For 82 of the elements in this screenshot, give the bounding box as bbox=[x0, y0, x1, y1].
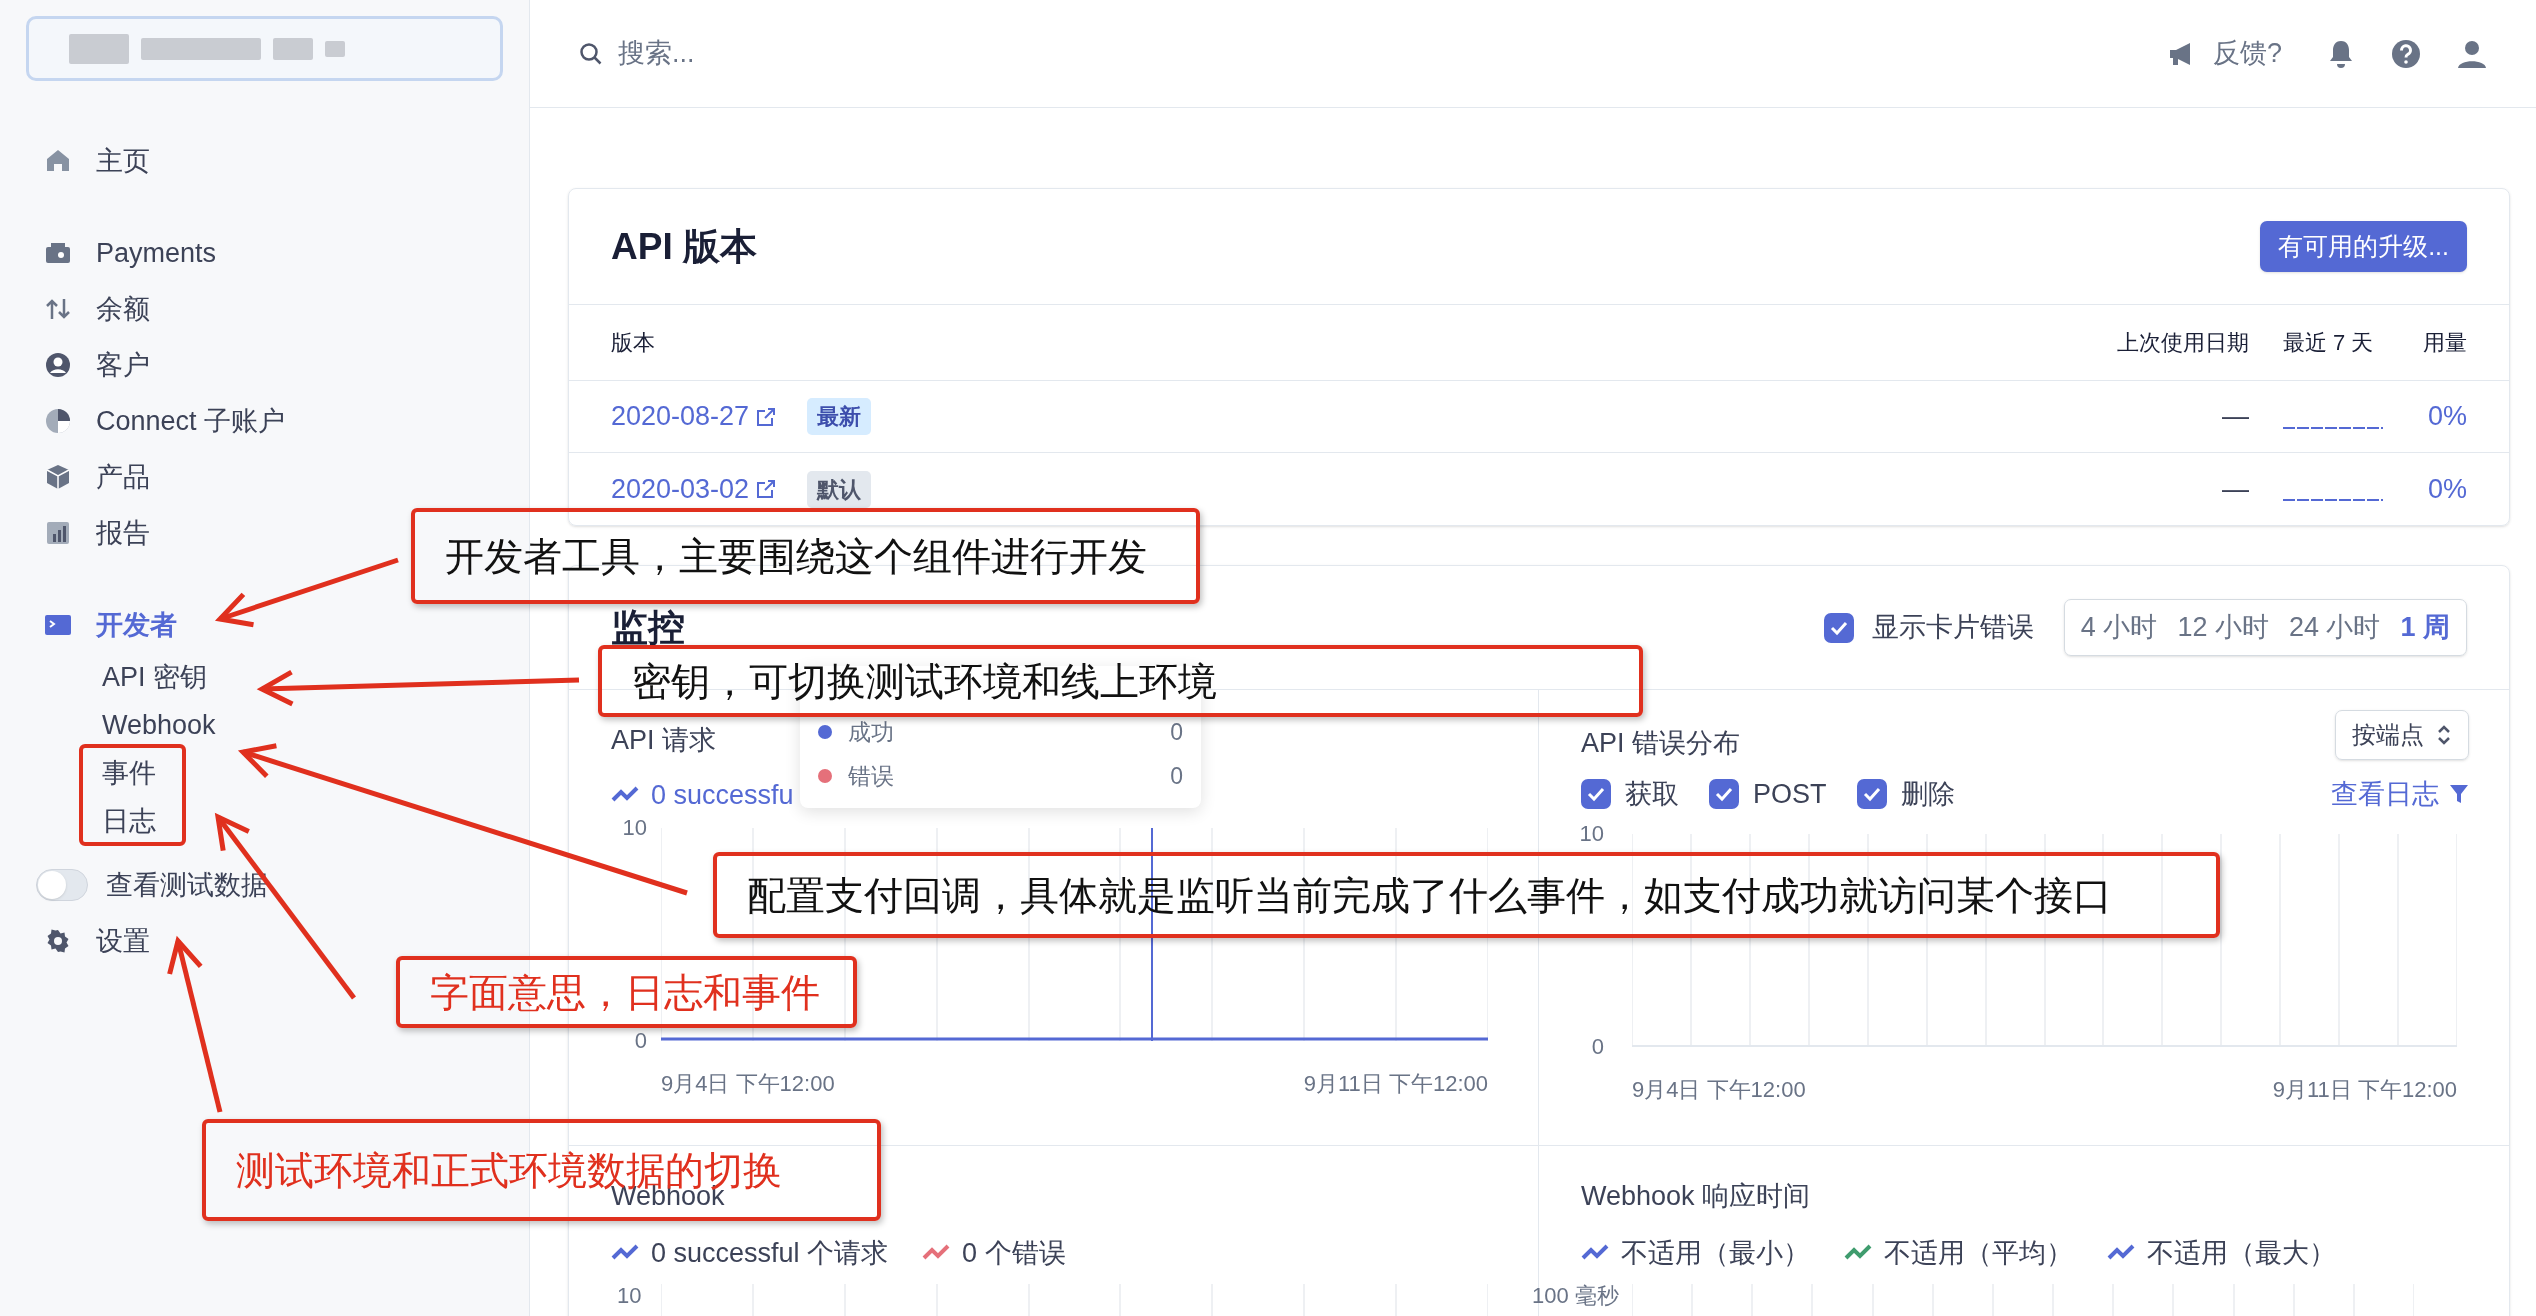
search-icon bbox=[578, 40, 604, 67]
annotation-text: 密钥，可切换测试环境和线上环境 bbox=[632, 661, 1217, 701]
help-icon[interactable] bbox=[2390, 37, 2422, 70]
axis-tick-label: 0 bbox=[1591, 1036, 1604, 1058]
tooltip-label: 错误 bbox=[848, 761, 895, 791]
feedback-button[interactable]: 反馈? bbox=[2166, 33, 2282, 74]
axis-tick-label: 10 bbox=[622, 817, 647, 839]
cube-icon bbox=[44, 463, 72, 491]
column-header: 版本 bbox=[611, 329, 656, 357]
legend-label: 不适用（最大） bbox=[2147, 1236, 2336, 1270]
card-title: 监控 bbox=[611, 605, 685, 650]
checkbox-label: 获取 bbox=[1625, 777, 1679, 811]
checkbox[interactable] bbox=[1823, 612, 1854, 643]
axis-tick-label: 10 bbox=[616, 1284, 643, 1310]
version-badge: 默认 bbox=[807, 470, 872, 508]
nav-subitem[interactable]: API 密钥 bbox=[102, 653, 208, 701]
nav-item[interactable]: 产品 bbox=[0, 449, 160, 505]
nav-item[interactable]: 开发者 bbox=[0, 597, 187, 653]
time-range-option[interactable]: 1 周 bbox=[2400, 607, 2450, 648]
tooltip-label: 成功 bbox=[848, 717, 895, 747]
external-link-icon bbox=[755, 405, 778, 428]
legend-label: 0 个错误 bbox=[962, 1236, 1066, 1270]
axis-tick-label: 0 bbox=[634, 1030, 647, 1052]
checkbox-label: POST bbox=[1753, 777, 1827, 811]
usage-percent: 0% bbox=[2426, 472, 2467, 506]
nav-subitem[interactable]: 日志 bbox=[102, 797, 156, 845]
column-header: 上次使用日期 bbox=[2117, 329, 2249, 357]
time-range-option[interactable]: 12 小时 bbox=[2177, 607, 2269, 648]
checkbox[interactable] bbox=[1581, 779, 1611, 809]
legend-label: 不适用（最小） bbox=[1621, 1236, 1810, 1270]
nav-subitem[interactable]: Webhook bbox=[102, 701, 216, 749]
upgrade-button[interactable]: 有可用的升级... bbox=[2260, 221, 2467, 272]
account-switcher[interactable] bbox=[26, 16, 503, 81]
nav-item[interactable]: Payments bbox=[0, 225, 227, 281]
group-by-dropdown[interactable]: 按端点 bbox=[2335, 710, 2469, 760]
nav-item[interactable]: 报告 bbox=[0, 505, 160, 561]
nav-item[interactable]: Connect 子账户 bbox=[0, 393, 296, 449]
pie-icon bbox=[44, 407, 72, 435]
panel-title: Webhook 响应时间 bbox=[1581, 1180, 1812, 1212]
user-circle-icon bbox=[44, 351, 72, 379]
toggle-switch[interactable] bbox=[36, 869, 88, 901]
axis-tick-label: 9月4日 下午12:00 bbox=[661, 1070, 835, 1098]
legend-label: 不适用（平均） bbox=[1884, 1236, 2073, 1270]
axis-tick-label: 9月11日 下午12:00 bbox=[1303, 1070, 1488, 1098]
tooltip-value: 0 bbox=[1170, 761, 1183, 791]
axis-tick-label: 9月11日 下午12:00 bbox=[2272, 1076, 2457, 1104]
panel-title: API 错误分布 bbox=[1581, 726, 1741, 760]
panel-title: API 请求 bbox=[611, 724, 717, 756]
axis-tick-label: 100 毫秒 bbox=[1532, 1284, 1620, 1310]
version-link[interactable]: 2020-08-27 bbox=[611, 396, 778, 437]
view-logs-link[interactable]: 查看日志 bbox=[2331, 773, 2469, 815]
nav-item[interactable]: 余额 bbox=[0, 281, 160, 337]
bar-chart-icon bbox=[44, 519, 72, 547]
nav-item[interactable]: 设置 bbox=[0, 913, 160, 969]
last-used-date: — bbox=[2222, 400, 2249, 434]
checkbox[interactable] bbox=[1856, 779, 1887, 809]
nav-item[interactable]: 客户 bbox=[0, 337, 160, 393]
card-title: API 版本 bbox=[611, 224, 757, 269]
version-badge: 最新 bbox=[807, 398, 872, 435]
legend-label: 0 successful 个请求 bbox=[651, 1236, 889, 1270]
annotation-text: 字面意思，日志和事件 bbox=[430, 972, 820, 1012]
last-used-date: — bbox=[2222, 472, 2249, 506]
checkbox-label: 显示卡片错误 bbox=[1871, 611, 2034, 645]
nav-subitem[interactable]: 事件 bbox=[102, 749, 156, 797]
time-range-option[interactable]: 4 小时 bbox=[2080, 607, 2158, 648]
column-header: 最近 7 天 bbox=[2283, 329, 2375, 357]
search-field[interactable]: 搜索... bbox=[618, 33, 1118, 74]
axis-tick-label: 10 bbox=[1579, 823, 1604, 845]
checkbox[interactable] bbox=[1709, 779, 1739, 809]
time-range-option[interactable]: 24 小时 bbox=[2288, 607, 2381, 648]
tooltip-value: 0 bbox=[1170, 717, 1183, 747]
nav-item[interactable]: 主页 bbox=[0, 133, 160, 189]
version-link[interactable]: 2020-03-02 bbox=[611, 468, 778, 510]
filter-icon bbox=[2449, 783, 2469, 805]
column-header: 用量 bbox=[2422, 329, 2467, 357]
legend-label: 0 successfu bbox=[651, 778, 794, 812]
annotation-text: 开发者工具，主要围绕这个组件进行开发 bbox=[445, 536, 1147, 576]
external-link-icon bbox=[755, 478, 778, 500]
chevron-up-down-icon bbox=[2436, 723, 2452, 747]
axis-tick-label: 9月4日 下午12:00 bbox=[1632, 1076, 1806, 1104]
checkbox-label: 删除 bbox=[1900, 777, 1955, 811]
usage-percent: 0% bbox=[2426, 400, 2467, 434]
